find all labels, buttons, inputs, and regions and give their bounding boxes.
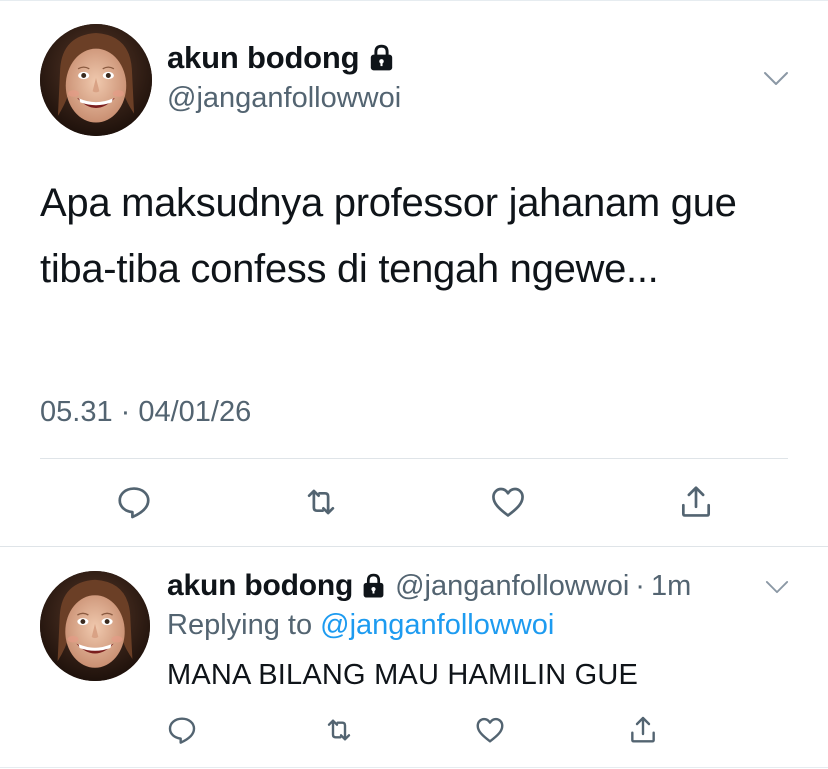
display-name-row[interactable]: akun bodong	[167, 40, 395, 76]
replying-to-prefix: Replying to	[167, 609, 313, 641]
handle[interactable]: @janganfollowwoi	[167, 82, 401, 115]
replying-to-link[interactable]: @janganfollowwoi	[320, 609, 554, 641]
like-icon[interactable]	[474, 714, 506, 746]
reply-icon[interactable]	[166, 714, 198, 746]
reply-tweet[interactable]: akun bodong @janganfollowwoi · 1m Replyi…	[0, 547, 828, 769]
like-icon[interactable]	[489, 483, 527, 521]
share-icon[interactable]	[627, 714, 659, 746]
replying-to-line: Replying to @janganfollowwoi	[167, 609, 554, 642]
main-tweet: akun bodong @janganfollowwoi Apa maksudn…	[0, 0, 828, 546]
chevron-down-icon[interactable]	[765, 580, 789, 595]
share-icon[interactable]	[677, 483, 715, 521]
display-name[interactable]: akun bodong	[167, 40, 360, 76]
tweet-timestamp[interactable]: 05.31 · 04/01/26	[40, 396, 251, 429]
bottom-border	[0, 767, 828, 768]
avatar-image	[40, 571, 150, 681]
avatar-image	[40, 24, 152, 136]
chevron-down-icon[interactable]	[763, 71, 789, 87]
retweet-icon[interactable]	[323, 714, 355, 746]
relative-time[interactable]: 1m	[651, 570, 691, 603]
separator-dot: ·	[635, 569, 645, 602]
avatar[interactable]	[40, 571, 150, 681]
lock-icon	[361, 572, 386, 600]
handle[interactable]: @janganfollowwoi	[395, 570, 629, 603]
divider	[40, 458, 788, 459]
tweet-text: Apa maksudnya professor jahanam gue tiba…	[40, 181, 737, 291]
reply-header: akun bodong @janganfollowwoi · 1m	[167, 569, 691, 603]
lock-icon	[368, 43, 395, 73]
retweet-icon[interactable]	[302, 483, 340, 521]
reply-text: MANA BILANG MAU HAMILIN GUE	[167, 659, 639, 691]
reply-icon[interactable]	[115, 483, 153, 521]
avatar[interactable]	[40, 24, 152, 136]
display-name[interactable]: akun bodong	[167, 569, 353, 603]
